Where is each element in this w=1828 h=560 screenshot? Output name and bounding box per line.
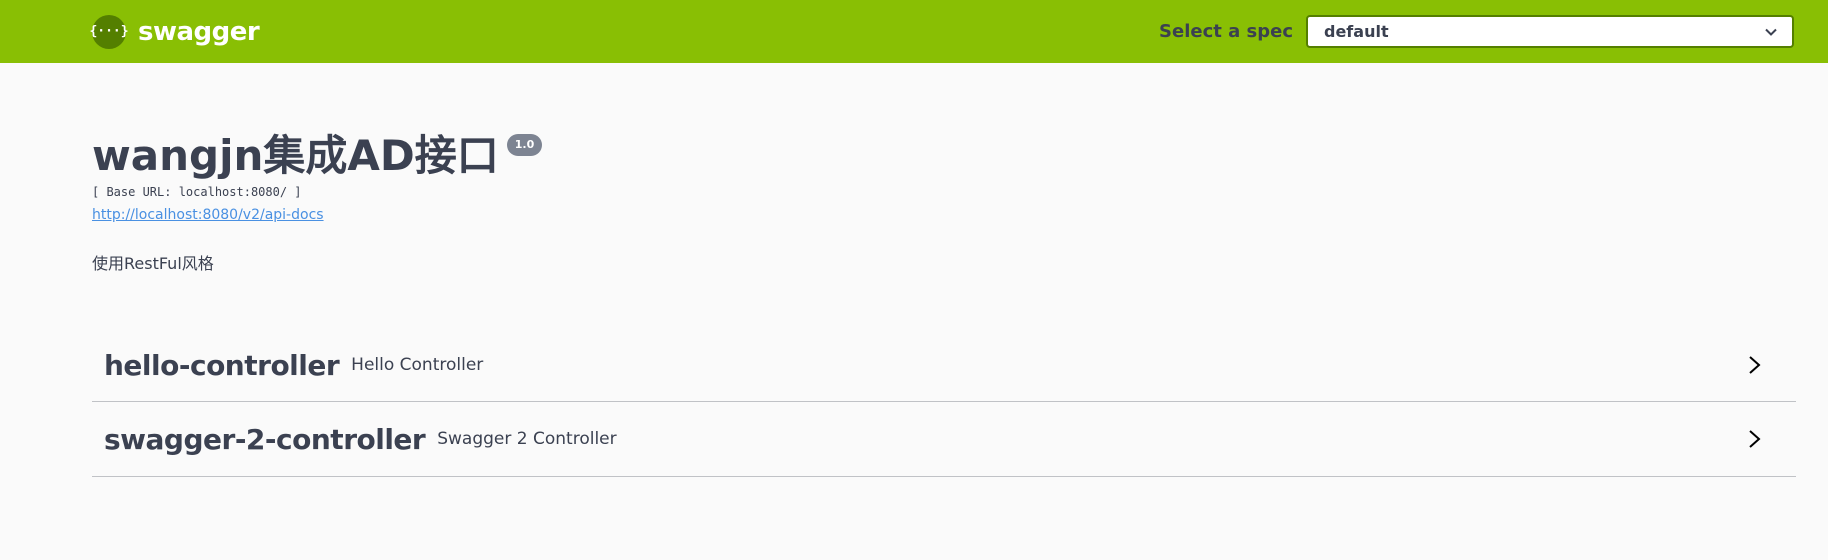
spec-select[interactable]: default [1306,15,1794,48]
api-info: wangjn集成AD接口 1.0 [ Base URL: localhost:8… [92,130,543,274]
tag-description: Swagger 2 Controller [437,429,617,449]
swagger-logo-icon: {···} [89,14,129,49]
api-description: 使用RestFul风格 [92,254,214,273]
spec-picker: Select a spec default [1159,15,1794,48]
topbar-wrapper: {···} swagger Select a spec default [89,0,1794,63]
chevron-right-icon[interactable] [1744,355,1764,375]
tag-name: hello-controller [104,348,340,382]
api-docs-link[interactable]: http://localhost:8080/v2/api-docs [92,207,324,224]
api-title: wangjn集成AD接口 [92,131,499,180]
topbar: {···} swagger Select a spec default [0,0,1828,63]
chevron-down-icon [1765,28,1777,36]
spec-select-value: default [1324,22,1389,41]
version-badge: 1.0 [506,134,543,156]
spec-select-label: Select a spec [1159,21,1293,42]
tag-swagger-2-controller[interactable]: swagger-2-controller Swagger 2 Controlle… [92,402,1796,477]
title-row: wangjn集成AD接口 1.0 [92,130,543,182]
swagger-logo-link[interactable]: {···} swagger [89,14,260,49]
tag-name: swagger-2-controller [104,422,426,456]
chevron-right-icon[interactable] [1744,429,1764,449]
base-url: [ Base URL: localhost:8080/ ] [92,185,302,199]
tag-hello-controller[interactable]: hello-controller Hello Controller [92,329,1796,402]
tag-description: Hello Controller [351,355,484,375]
brand-name: swagger [138,16,260,47]
tag-list: hello-controller Hello Controller swagge… [92,329,1796,477]
